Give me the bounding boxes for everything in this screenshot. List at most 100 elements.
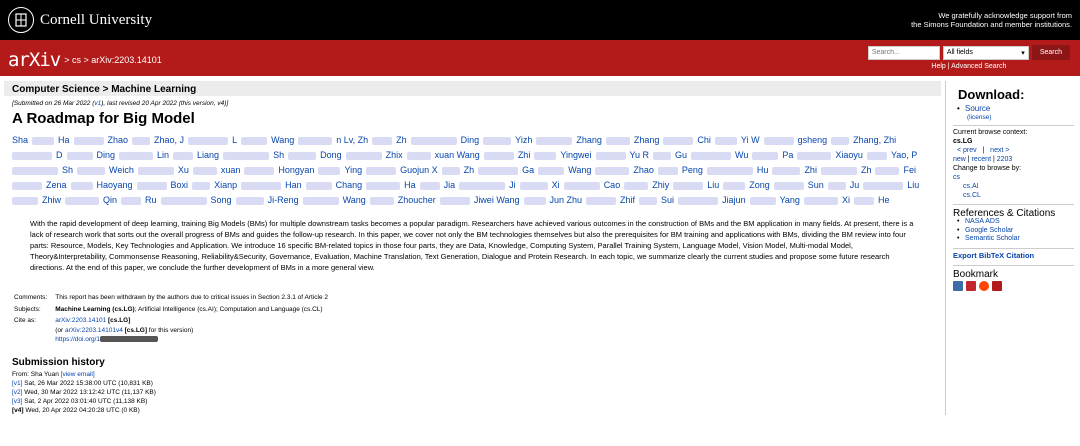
author-link[interactable]: Gu xyxy=(675,150,687,160)
author-link[interactable]: Jiwei Wang xyxy=(474,195,520,205)
author-link[interactable]: Zhif xyxy=(620,195,635,205)
author-link[interactable]: Yu R xyxy=(630,150,650,160)
arxiv-logo[interactable]: arXiv xyxy=(8,49,61,71)
author-link[interactable]: Cao xyxy=(604,180,621,190)
author-link[interactable]: Wang xyxy=(343,195,366,205)
author-link[interactable]: Zhao xyxy=(633,165,654,175)
author-link[interactable]: Jiajun xyxy=(722,195,746,205)
source-link[interactable]: Source xyxy=(965,104,990,113)
view-email-link[interactable]: [view email] xyxy=(61,371,95,378)
author-link[interactable]: Sui xyxy=(661,195,674,205)
author-link[interactable]: Zh xyxy=(861,165,872,175)
author-link[interactable]: Wu xyxy=(735,150,748,160)
version-link[interactable]: [v2] xyxy=(12,389,22,396)
author-link[interactable]: Chi xyxy=(697,135,711,145)
author-link[interactable]: Fei xyxy=(903,165,916,175)
author-link[interactable]: Ju xyxy=(850,180,860,190)
author-link[interactable]: gsheng xyxy=(798,135,828,145)
author-link[interactable]: Pa xyxy=(782,150,793,160)
author-link[interactable]: Wang xyxy=(568,165,591,175)
author-link[interactable]: Qin xyxy=(103,195,117,205)
reddit-icon[interactable] xyxy=(979,280,989,291)
mendeley-icon[interactable] xyxy=(966,280,976,291)
author-link[interactable]: Zhix xyxy=(386,150,403,160)
author-link[interactable]: Zhang xyxy=(576,135,602,145)
author-link[interactable]: Jun Zhu xyxy=(550,195,583,205)
sciencewise-icon[interactable] xyxy=(992,280,1002,291)
author-link[interactable]: Wang xyxy=(271,135,294,145)
author-link[interactable]: Liu xyxy=(707,180,719,190)
author-link[interactable]: Ru xyxy=(145,195,157,205)
browse-cl-link[interactable]: cs.CL xyxy=(963,192,981,199)
author-link[interactable]: Weich xyxy=(109,165,134,175)
author-link[interactable]: Zhang xyxy=(634,135,660,145)
search-input[interactable] xyxy=(867,45,940,60)
author-link[interactable]: Guojun X xyxy=(400,165,438,175)
author-link[interactable]: n Lv, Zh xyxy=(336,135,368,145)
author-link[interactable]: xuan xyxy=(221,165,241,175)
field-select[interactable]: All fields ▾ xyxy=(942,45,1029,60)
author-link[interactable]: Chang xyxy=(336,180,363,190)
author-link[interactable]: Ding xyxy=(97,150,116,160)
author-link[interactable]: Yao, P xyxy=(891,150,917,160)
browse-ai-link[interactable]: cs.AI xyxy=(963,183,979,190)
author-link[interactable]: Zhi xyxy=(518,150,531,160)
month-link[interactable]: 2203 xyxy=(997,156,1013,163)
author-link[interactable]: Yi W xyxy=(741,135,760,145)
help-link[interactable]: Help xyxy=(931,63,945,70)
author-link[interactable]: L xyxy=(232,135,237,145)
breadcrumb[interactable]: > cs > arXiv:2203.14101 xyxy=(64,55,162,65)
new-link[interactable]: new xyxy=(953,156,966,163)
author-link[interactable]: Ying xyxy=(344,165,362,175)
author-link[interactable]: Boxi xyxy=(171,180,189,190)
author-link[interactable]: Zhang, Zhi xyxy=(853,135,896,145)
author-link[interactable]: Hu xyxy=(757,165,769,175)
author-link[interactable]: Xianp xyxy=(214,180,237,190)
author-link[interactable]: Yizh xyxy=(515,135,532,145)
author-link[interactable]: He xyxy=(878,195,890,205)
author-link[interactable]: Song xyxy=(211,195,232,205)
version-link[interactable]: [v3] xyxy=(12,398,22,405)
author-link[interactable]: Ji-Reng xyxy=(268,195,299,205)
author-link[interactable]: Zh xyxy=(396,135,407,145)
author-link[interactable]: Sun xyxy=(808,180,824,190)
author-link[interactable]: Ding xyxy=(461,135,480,145)
doi-link[interactable]: https://doi.org/1 xyxy=(55,336,100,343)
author-link[interactable]: Lin xyxy=(157,150,169,160)
author-link[interactable]: Jia xyxy=(444,180,456,190)
author-link[interactable]: Ha xyxy=(58,135,70,145)
author-link[interactable]: D xyxy=(56,150,63,160)
prev-link[interactable]: < prev xyxy=(957,147,977,154)
author-link[interactable]: Liu xyxy=(907,180,919,190)
author-link[interactable]: Zhiw xyxy=(42,195,61,205)
author-link[interactable]: Zhiy xyxy=(652,180,669,190)
cite-version-link[interactable]: arXiv:2203.14101v4 xyxy=(65,327,123,334)
recent-link[interactable]: recent xyxy=(972,156,991,163)
author-link[interactable]: Peng xyxy=(682,165,703,175)
author-link[interactable]: Haoyang xyxy=(97,180,133,190)
author-link[interactable]: Zhao xyxy=(108,135,129,145)
author-link[interactable]: Zh xyxy=(464,165,475,175)
version-link[interactable]: [v1] xyxy=(12,380,22,387)
author-link[interactable]: xuan Wang xyxy=(435,150,480,160)
author-link[interactable]: Zena xyxy=(46,180,67,190)
reference-link[interactable]: NASA ADS xyxy=(965,218,1000,225)
author-link[interactable]: Xiaoyu xyxy=(835,150,863,160)
author-link[interactable]: Sh xyxy=(273,150,284,160)
author-link[interactable]: Xi xyxy=(842,195,850,205)
author-link[interactable]: Zong xyxy=(749,180,770,190)
author-link[interactable]: Hongyan xyxy=(278,165,314,175)
author-link[interactable]: Sha xyxy=(12,135,28,145)
author-link[interactable]: Xu xyxy=(178,165,189,175)
cite-link[interactable]: arXiv:2203.14101 xyxy=(55,317,106,324)
author-link[interactable]: Ji xyxy=(509,180,516,190)
reference-link[interactable]: Google Scholar xyxy=(965,227,1013,234)
author-link[interactable]: Yingwei xyxy=(560,150,591,160)
author-link[interactable]: Yang xyxy=(780,195,800,205)
author-link[interactable]: Ga xyxy=(522,165,534,175)
reference-link[interactable]: Semantic Scholar xyxy=(965,235,1020,242)
author-link[interactable]: Ha xyxy=(404,180,416,190)
version-link[interactable]: [v4] xyxy=(12,407,24,414)
author-link[interactable]: Han xyxy=(285,180,302,190)
license-link[interactable]: (license) xyxy=(967,114,992,121)
